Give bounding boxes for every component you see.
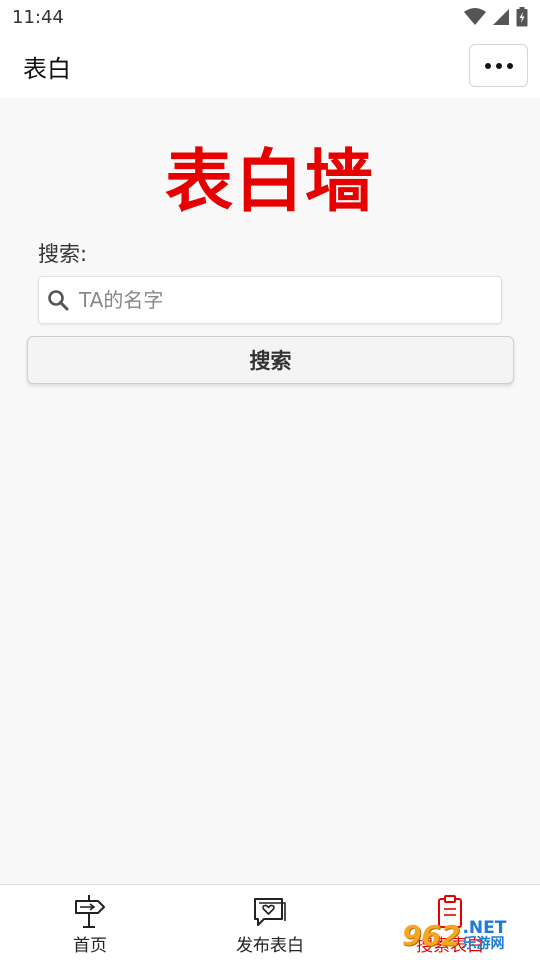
tab-home-label: 首页 bbox=[73, 936, 107, 956]
search-box[interactable] bbox=[38, 276, 502, 324]
status-time: 11:44 bbox=[12, 6, 64, 28]
watermark-logo: 962 .NET 乐游网 bbox=[402, 914, 534, 956]
page-title: 表白 bbox=[23, 54, 71, 83]
status-icons bbox=[464, 7, 528, 27]
status-bar: 11:44 bbox=[0, 0, 540, 34]
search-icon bbox=[48, 290, 69, 311]
more-menu-button[interactable] bbox=[469, 44, 528, 87]
nav-bar: 表白 bbox=[0, 34, 540, 98]
battery-icon bbox=[516, 7, 528, 27]
search-button[interactable]: 搜索 bbox=[27, 336, 514, 384]
more-dot bbox=[495, 62, 502, 69]
tab-post-confession[interactable]: 发布表白 bbox=[180, 885, 360, 960]
search-input[interactable] bbox=[79, 288, 479, 312]
more-dots-icon bbox=[484, 62, 491, 69]
wall-title: 表白墙 bbox=[164, 143, 375, 222]
heart-chat-icon bbox=[254, 898, 286, 926]
watermark-net: .NET bbox=[462, 917, 507, 938]
search-label: 搜索: bbox=[38, 242, 88, 266]
watermark-number: 962 bbox=[402, 918, 461, 952]
watermark-text: .NET 乐游网 bbox=[462, 917, 507, 952]
wifi-icon bbox=[464, 8, 486, 25]
watermark-site-name: 乐游网 bbox=[462, 935, 505, 952]
signpost-icon bbox=[75, 895, 105, 928]
main-content: 表白墙 搜索: 搜索 bbox=[0, 98, 540, 884]
tab-home[interactable]: 首页 bbox=[0, 885, 180, 960]
cellular-signal-icon bbox=[493, 9, 509, 25]
tab-post-confession-label: 发布表白 bbox=[236, 936, 304, 956]
more-dot bbox=[506, 62, 513, 69]
